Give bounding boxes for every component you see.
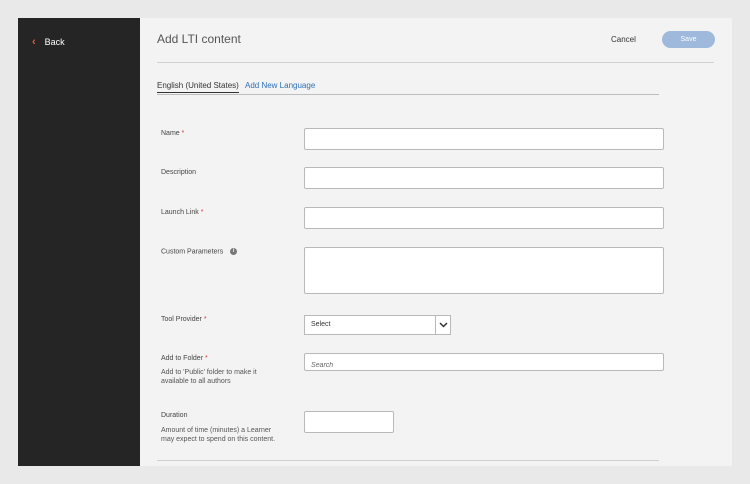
name-label: Name * [161, 130, 184, 137]
chevron-down-icon[interactable] [435, 316, 450, 334]
folder-search-field[interactable] [304, 353, 664, 374]
description-field[interactable] [304, 167, 664, 190]
description-input[interactable] [305, 169, 663, 190]
tool-provider-value: Select [311, 321, 331, 328]
language-tabs: English (United States) Add New Language [157, 81, 659, 95]
launch-link-field[interactable] [304, 207, 664, 230]
custom-parameters-label-text: Custom Parameters [161, 248, 224, 256]
launch-link-input[interactable] [305, 209, 663, 230]
info-icon[interactable]: i [230, 248, 238, 255]
header-divider [157, 62, 714, 63]
section-divider [157, 460, 659, 461]
add-to-folder-label: Add to Folder * [161, 355, 208, 362]
back-button[interactable]: ‹ Back [32, 36, 65, 48]
app-window: ‹ Back Add LTI content Cancel Save Engli… [18, 18, 732, 466]
save-button[interactable]: Save [662, 31, 715, 48]
page-title: Add LTI content [157, 32, 241, 46]
name-label-text: Name [161, 130, 180, 137]
required-marker: * [203, 316, 207, 323]
duration-label: Duration [161, 412, 188, 419]
add-to-folder-label-text: Add to Folder [161, 355, 204, 362]
chevron-left-icon: ‹ [32, 36, 36, 48]
description-label: Description [161, 169, 197, 176]
tool-provider-label: Tool Provider * [161, 316, 207, 323]
required-marker: * [200, 209, 204, 216]
add-to-folder-hint: Add to 'Public' folder to make it availa… [161, 369, 257, 385]
folder-search-input[interactable] [305, 357, 663, 374]
sidebar: ‹ Back [18, 18, 140, 466]
name-input[interactable] [305, 130, 663, 151]
custom-parameters-textarea[interactable] [305, 248, 663, 293]
duration-hint: Amount of time (minutes) a Learner may e… [161, 427, 276, 443]
tool-provider-select[interactable]: Select [304, 315, 451, 335]
add-language-link[interactable]: Add New Language [245, 81, 315, 90]
duration-input[interactable] [305, 413, 393, 434]
custom-parameters-field[interactable] [304, 247, 664, 294]
back-label: Back [44, 37, 65, 47]
main-panel: Add LTI content Cancel Save English (Uni… [140, 18, 732, 466]
launch-link-label: Launch Link * [161, 209, 203, 216]
launch-link-label-text: Launch Link [161, 209, 199, 216]
tool-provider-label-text: Tool Provider [161, 316, 202, 323]
required-marker: * [181, 130, 185, 137]
duration-field[interactable] [304, 411, 394, 434]
required-marker: * [204, 355, 208, 362]
custom-parameters-label: Custom Parameters i [161, 248, 238, 256]
name-field[interactable] [304, 128, 664, 151]
cancel-button[interactable]: Cancel [611, 35, 636, 44]
tab-english-us[interactable]: English (United States) [157, 81, 239, 93]
